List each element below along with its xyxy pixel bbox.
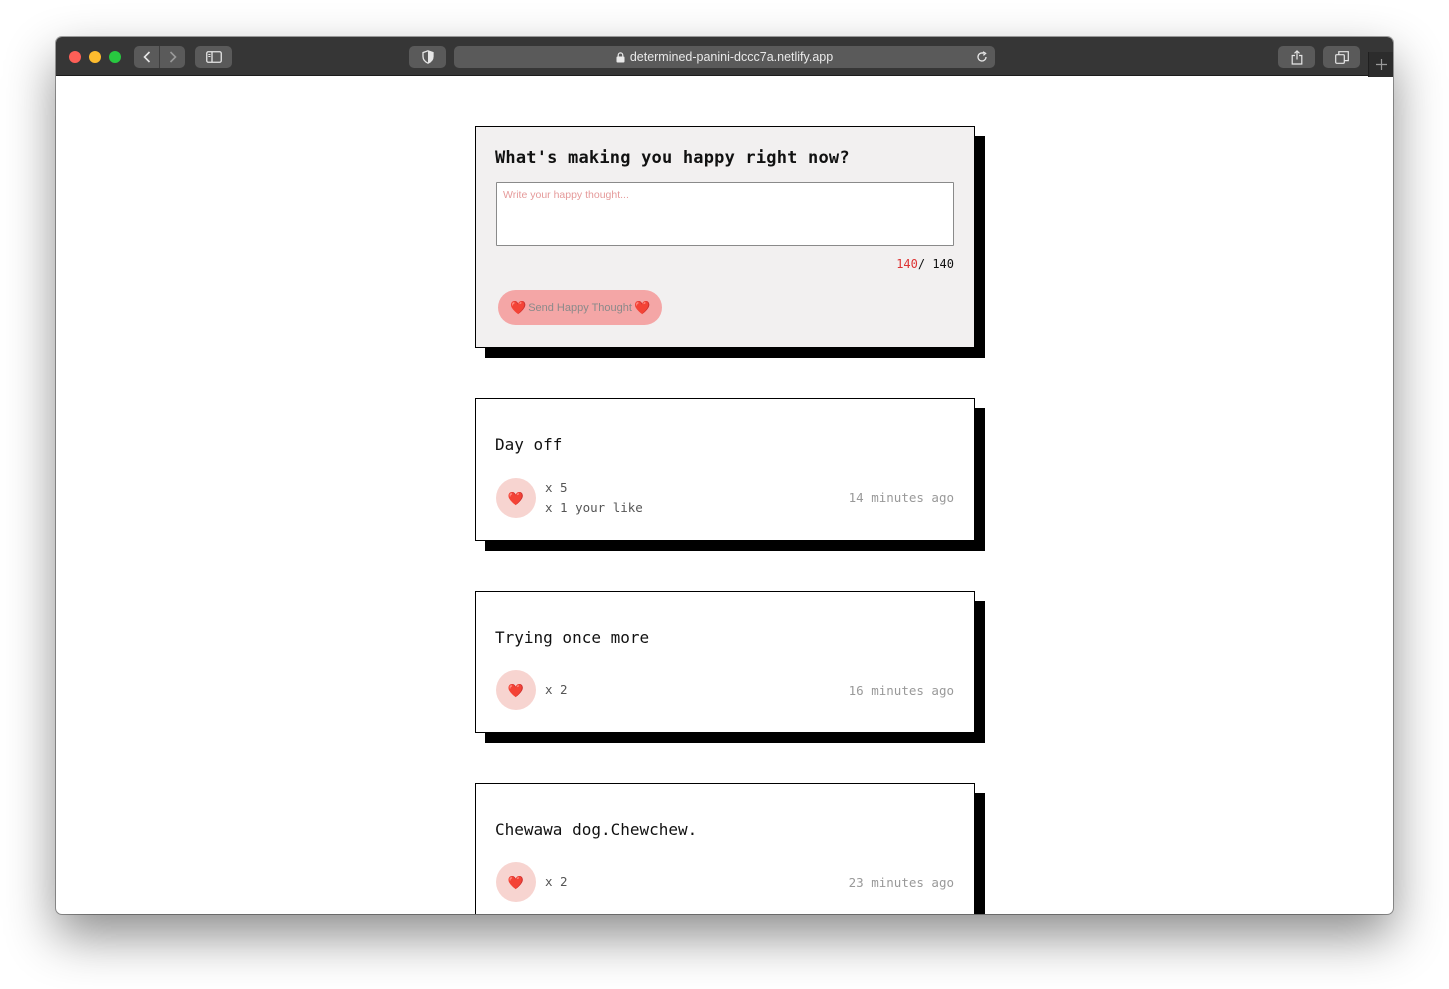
like-count: x 5 [545,480,568,495]
reload-icon [977,51,987,62]
thought-timestamp: 14 minutes ago [848,490,954,505]
counter-remaining: 140 [896,257,918,271]
navigation-buttons [134,46,185,68]
browser-window: determined-panini-dccc7a.netlify.app Wha… [56,37,1393,914]
character-counter: 140/ 140 [896,257,954,271]
sidebar-icon [205,51,222,63]
thought-card: Trying once more ❤️ x 2 16 minutes ago [475,591,975,733]
address-url: determined-panini-dccc7a.netlify.app [629,50,834,64]
like-button[interactable]: ❤️ [496,478,536,518]
heart-icon: ❤️ [510,300,527,315]
thought-text: Chewawa dog.Chewchew. [495,820,698,839]
address-bar[interactable]: determined-panini-dccc7a.netlify.app [454,46,995,68]
forward-button[interactable] [160,46,185,68]
browser-toolbar: determined-panini-dccc7a.netlify.app [56,37,1393,77]
like-button[interactable]: ❤️ [496,670,536,710]
form-title: What's making you happy right now? [495,148,850,168]
like-counts: x 2 [545,680,568,700]
heart-icon: ❤️ [507,490,525,506]
close-window-button[interactable] [69,51,81,63]
like-button[interactable]: ❤️ [496,862,536,902]
thought-card: Day off ❤️ x 5 x 1 your like 14 minutes … [475,398,975,541]
tab-overview-button[interactable] [1323,46,1360,68]
happy-thought-form: What's making you happy right now? 140/ … [475,126,975,348]
reload-button[interactable] [975,50,989,64]
minimize-window-button[interactable] [89,51,101,63]
counter-total: / 140 [917,257,954,271]
tabs-icon [1334,50,1349,64]
heart-icon: ❤️ [507,682,525,698]
sidebar-toggle-button[interactable] [195,46,232,68]
page-content: What's making you happy right now? 140/ … [56,76,1393,914]
thought-text: Day off [495,435,563,454]
lock-icon [616,51,625,63]
heart-icon: ❤️ [633,300,651,315]
like-counts: x 5 x 1 your like [545,478,643,518]
share-button[interactable] [1278,46,1315,68]
happy-thought-input[interactable] [496,182,954,246]
send-button-label: Send Happy Thought [528,301,632,314]
like-counts: x 2 [545,872,568,892]
your-like-count: x 1 your like [545,500,643,515]
new-tab-button[interactable] [1368,52,1393,77]
back-button[interactable] [134,46,159,68]
plus-icon [1375,59,1387,70]
like-count: x 2 [545,874,568,889]
chevron-right-icon [169,51,177,63]
thought-timestamp: 23 minutes ago [848,875,954,890]
send-happy-thought-button[interactable]: ❤️ Send Happy Thought ❤️ [498,290,663,325]
like-count: x 2 [545,682,568,697]
zoom-window-button[interactable] [109,51,121,63]
privacy-report-button[interactable] [409,46,446,68]
shield-icon [421,50,434,64]
thought-text: Trying once more [495,628,650,647]
chevron-left-icon [142,51,150,63]
thought-card: Chewawa dog.Chewchew. ❤️ x 2 23 minutes … [475,783,975,914]
thought-timestamp: 16 minutes ago [848,683,954,698]
heart-icon: ❤️ [507,874,525,890]
share-icon [1291,49,1302,65]
